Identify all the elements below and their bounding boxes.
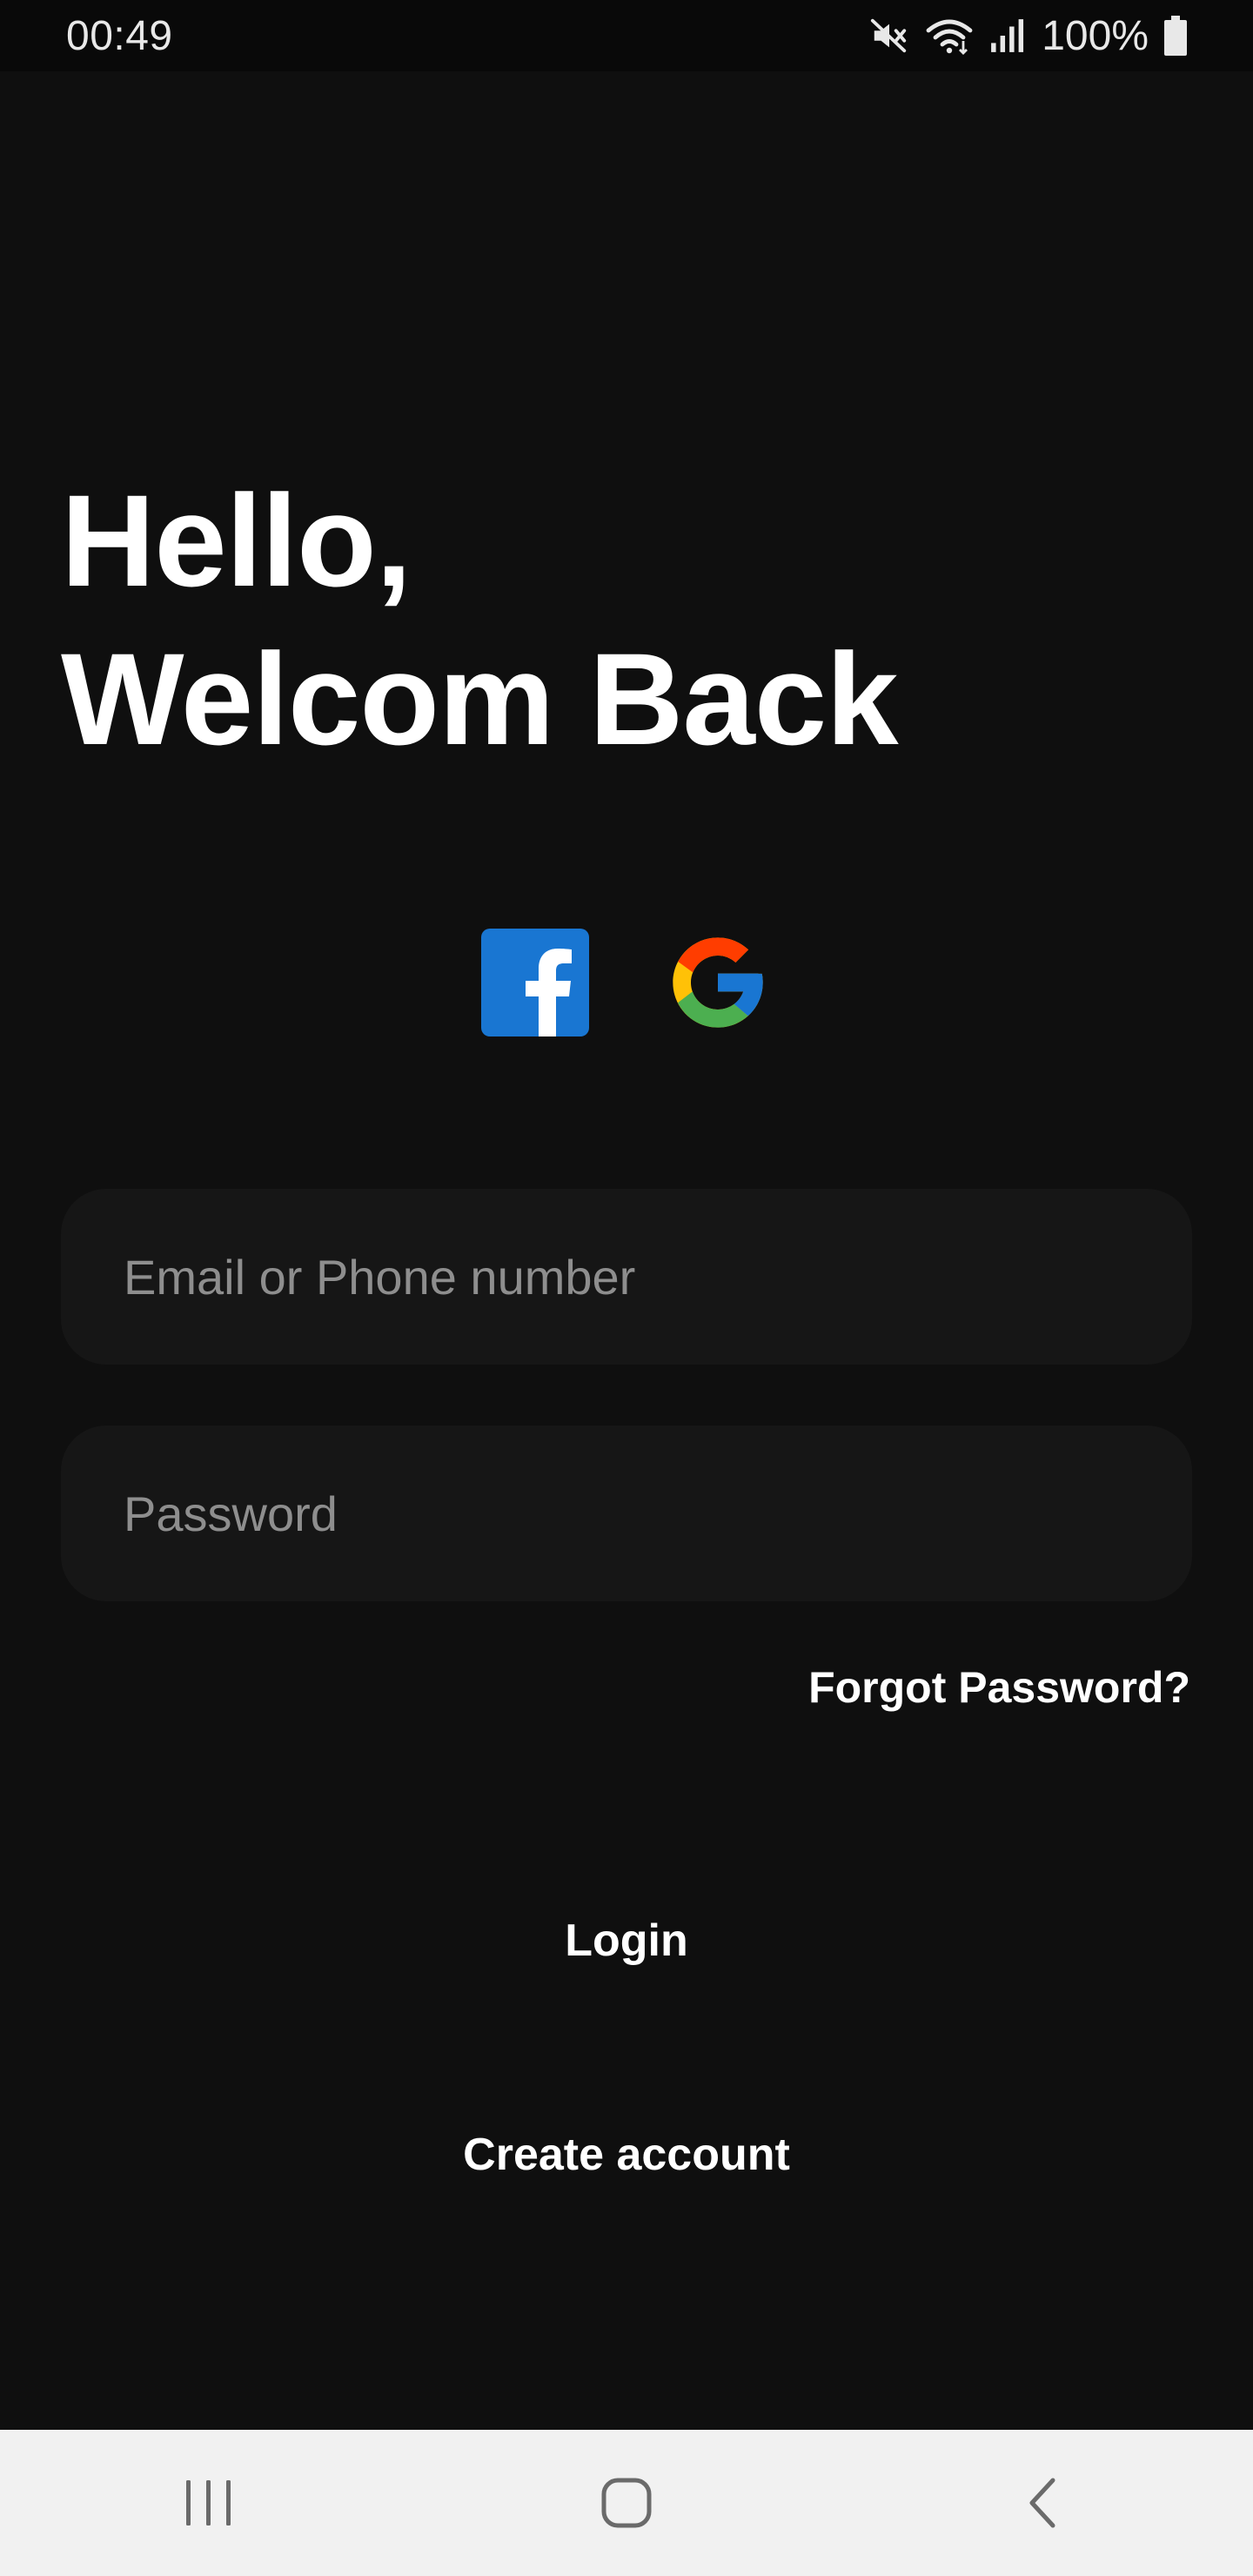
social-login-row [0,929,1253,1036]
battery-icon [1164,16,1187,56]
create-account-button[interactable]: Create account [0,2129,1253,2181]
email-input[interactable] [122,1247,1131,1306]
greeting-line-1: Hello, [61,467,412,614]
email-field[interactable] [61,1189,1192,1365]
facebook-login-button[interactable] [481,929,589,1036]
login-screen: 00:49 100% Hello, Welcom Back Email or P… [0,0,1253,2576]
wifi-icon [925,16,974,56]
signal-icon [989,17,1026,54]
system-nav-bar [0,2430,1253,2576]
password-field[interactable] [61,1426,1192,1601]
recents-icon [186,2480,231,2526]
mute-icon [869,16,909,56]
battery-percentage: 100% [1042,12,1149,59]
recents-button[interactable] [122,2451,296,2555]
status-bar: 00:49 100% [0,0,1253,71]
google-icon [673,937,763,1028]
login-button[interactable]: Login [0,1915,1253,1967]
forgot-password-link[interactable]: Forgot Password? [808,1662,1190,1713]
password-input[interactable] [122,1484,1131,1543]
back-button[interactable] [957,2451,1131,2555]
status-icons: 100% [869,12,1187,60]
home-icon [601,2478,652,2528]
status-time: 00:49 [66,12,173,59]
facebook-icon [481,929,589,1036]
greeting-line-2: Welcom Back [61,626,899,772]
google-login-button[interactable] [664,929,772,1036]
greeting-heading: Hello, Welcom Back [61,461,899,778]
home-button[interactable] [539,2451,714,2555]
back-icon [1029,2478,1055,2528]
